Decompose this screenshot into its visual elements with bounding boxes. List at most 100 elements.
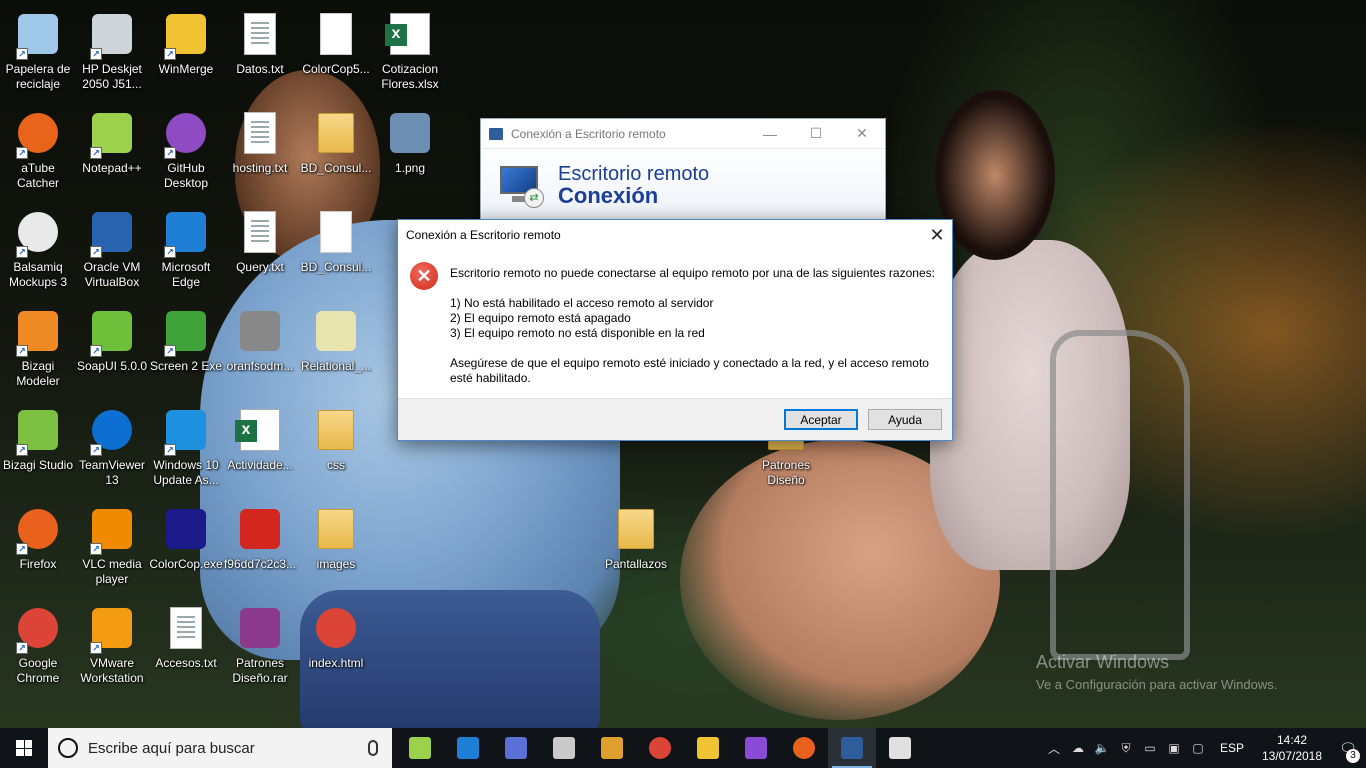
- taskbar-app-edge[interactable]: [444, 728, 492, 768]
- cloud-icon[interactable]: ☁: [1066, 741, 1090, 755]
- desktop-icon-label: Actividade...: [227, 458, 293, 472]
- desktop-icon-label: WinMerge: [158, 62, 214, 76]
- desktop-icon[interactable]: ↗ Google Chrome: [0, 596, 76, 690]
- shortcut-arrow-icon: ↗: [90, 246, 102, 258]
- desktop-icon[interactable]: ↗ VMware Workstation: [74, 596, 150, 690]
- desktop-icon[interactable]: ↗ Papelera de reciclaje: [0, 2, 76, 96]
- desktop-icon[interactable]: Datos.txt: [222, 2, 298, 96]
- desktop-icon[interactable]: ↗ VLC media player: [74, 497, 150, 591]
- taskbar-app-link-app[interactable]: [492, 728, 540, 768]
- volume-icon[interactable]: 🔈: [1090, 741, 1114, 755]
- desktop-icon[interactable]: ↗ Notepad++: [74, 101, 150, 195]
- taskbar-app-remote-desktop[interactable]: [828, 728, 876, 768]
- battery-icon[interactable]: ▭: [1138, 741, 1162, 755]
- desktop-icon[interactable]: hosting.txt: [222, 101, 298, 195]
- blank-file-icon: [312, 208, 360, 256]
- taskbar-app-paint[interactable]: [876, 728, 924, 768]
- desktop-icon[interactable]: ↗ Balsamiq Mockups 3: [0, 200, 76, 294]
- clock-date: 13/07/2018: [1261, 749, 1323, 763]
- shield-icon[interactable]: ⛨: [1114, 741, 1138, 756]
- minimize-button[interactable]: —: [747, 119, 793, 148]
- taskbar-app-firefox[interactable]: [780, 728, 828, 768]
- desktop-icon-label: Screen 2 Exe: [149, 359, 223, 373]
- ok-button[interactable]: Aceptar: [784, 409, 858, 430]
- desktop-icon[interactable]: Accesos.txt: [148, 596, 224, 690]
- desktop-icon[interactable]: ↗ Firefox: [0, 497, 76, 591]
- firefox-icon: [793, 737, 815, 759]
- desktop-icon[interactable]: Cotizacion Flores.xlsx: [372, 2, 448, 96]
- desktop-icon[interactable]: index.html: [298, 596, 374, 690]
- desktop-icon[interactable]: ↗ aTube Catcher: [0, 101, 76, 195]
- dialog-title: Conexión a Escritorio remoto: [406, 228, 561, 242]
- taskbar: Escribe aquí para buscar ︿ ☁ 🔈 ⛨ ▭ ▣ ▢ E…: [0, 728, 1366, 768]
- desktop-icon-label: Cotizacion Flores.xlsx: [381, 62, 439, 91]
- dialog-reason-1: 1) No está habilitado el acceso remoto a…: [450, 296, 714, 310]
- error-icon: ✕: [410, 262, 438, 290]
- desktop-icon[interactable]: ↗ WinMerge: [148, 2, 224, 96]
- window-icon[interactable]: ▢: [1186, 741, 1210, 755]
- network-icon[interactable]: ▣: [1162, 741, 1186, 755]
- desktop-icon-label: Notepad++: [82, 161, 142, 175]
- desktop-icon[interactable]: BD_Consul...: [298, 101, 374, 195]
- desktop-icon[interactable]: images: [298, 497, 374, 591]
- search-box[interactable]: Escribe aquí para buscar: [48, 728, 392, 768]
- desktop-icon[interactable]: ↗ GitHub Desktop: [148, 101, 224, 195]
- desktop-icon[interactable]: ↗ Bizagi Modeler: [0, 299, 76, 393]
- taskbar-app-chrome[interactable]: [636, 728, 684, 768]
- desktop-icon[interactable]: Patrones Diseño.rar: [222, 596, 298, 690]
- desktop-icon[interactable]: css: [298, 398, 374, 492]
- desktop-icon[interactable]: f96dd7c2c3...: [222, 497, 298, 591]
- taskbar-app-notepadpp[interactable]: [396, 728, 444, 768]
- excel-file-icon: [385, 10, 434, 58]
- help-button[interactable]: Ayuda: [868, 409, 942, 430]
- action-center-button[interactable]: 🗨 3: [1330, 740, 1366, 763]
- desktop-icon[interactable]: ↗ HP Deskjet 2050 J51...: [74, 2, 150, 96]
- language-indicator[interactable]: ESP: [1220, 741, 1244, 755]
- taskbar-app-tools-app[interactable]: [588, 728, 636, 768]
- banner-line1: Escritorio remoto: [558, 162, 710, 185]
- excel-file-icon: [235, 406, 284, 454]
- desktop-icon[interactable]: ↗ Screen 2 Exe: [148, 299, 224, 393]
- desktop-icon[interactable]: 1.png: [372, 101, 448, 195]
- maximize-button[interactable]: ☐: [793, 119, 839, 148]
- desktop-icon[interactable]: ↗ SoapUI 5.0.0: [74, 299, 150, 393]
- chrome-icon: ↗: [14, 604, 62, 654]
- desktop-icon-label: VLC media player: [82, 557, 142, 586]
- error-dialog[interactable]: Conexión a Escritorio remoto ✕ ✕ Escrito…: [397, 219, 953, 441]
- taskbar-app-file-explorer[interactable]: [684, 728, 732, 768]
- desktop-icon[interactable]: Relational_...: [298, 299, 374, 393]
- desktop-icon[interactable]: Pantallazos: [598, 497, 674, 591]
- desktop-icon[interactable]: Actividade...: [222, 398, 298, 492]
- microphone-icon[interactable]: [368, 740, 378, 756]
- dialog-titlebar[interactable]: Conexión a Escritorio remoto ✕: [398, 220, 952, 250]
- desktop-icon[interactable]: Query.txt: [222, 200, 298, 294]
- cortana-icon: [58, 738, 78, 758]
- desktop-icon[interactable]: ColorCop5...: [298, 2, 374, 96]
- desktop-icon[interactable]: ↗ Oracle VM VirtualBox: [74, 200, 150, 294]
- desktop-icon[interactable]: oranfsodm...: [222, 299, 298, 393]
- dialog-close-button[interactable]: ✕: [922, 220, 952, 250]
- dialog-reason-2: 2) El equipo remoto está apagado: [450, 311, 631, 325]
- watermark-subtitle: Ve a Configuración para activar Windows.: [1036, 677, 1278, 692]
- desktop-icon[interactable]: ↗ Microsoft Edge: [148, 200, 224, 294]
- desktop-icon-label: Papelera de reciclaje: [5, 62, 71, 91]
- desktop-icon[interactable]: ↗ TeamViewer 13: [74, 398, 150, 492]
- desktop-icon-label: ColorCop.exe: [149, 557, 223, 571]
- shortcut-arrow-icon: ↗: [90, 444, 102, 456]
- database-app-icon: [553, 737, 575, 759]
- desktop-icon[interactable]: ↗ Windows 10 Update As...: [148, 398, 224, 492]
- start-button[interactable]: [0, 728, 48, 768]
- desktop-icon[interactable]: ColorCop.exe: [148, 497, 224, 591]
- taskbar-app-visual-studio[interactable]: [732, 728, 780, 768]
- clock[interactable]: 14:42 13/07/2018: [1254, 732, 1330, 764]
- desktop-icon[interactable]: ↗ Bizagi Studio: [0, 398, 76, 492]
- show-hidden-icons-chevron-icon[interactable]: ︿: [1042, 740, 1066, 757]
- taskbar-app-database-app[interactable]: [540, 728, 588, 768]
- wallpaper-person-right-head: [935, 90, 1055, 260]
- close-button[interactable]: ✕: [839, 119, 885, 148]
- remote-desktop-window[interactable]: Conexión a Escritorio remoto — ☐ ✕ ⇄ Esc…: [480, 118, 886, 228]
- desktop-icon[interactable]: BD_Consul...: [298, 200, 374, 294]
- remote-desktop-titlebar[interactable]: Conexión a Escritorio remoto — ☐ ✕: [481, 119, 885, 148]
- desktop-icon-label: Windows 10 Update As...: [153, 458, 219, 487]
- desktop-icon-label: oranfsodm...: [226, 359, 294, 373]
